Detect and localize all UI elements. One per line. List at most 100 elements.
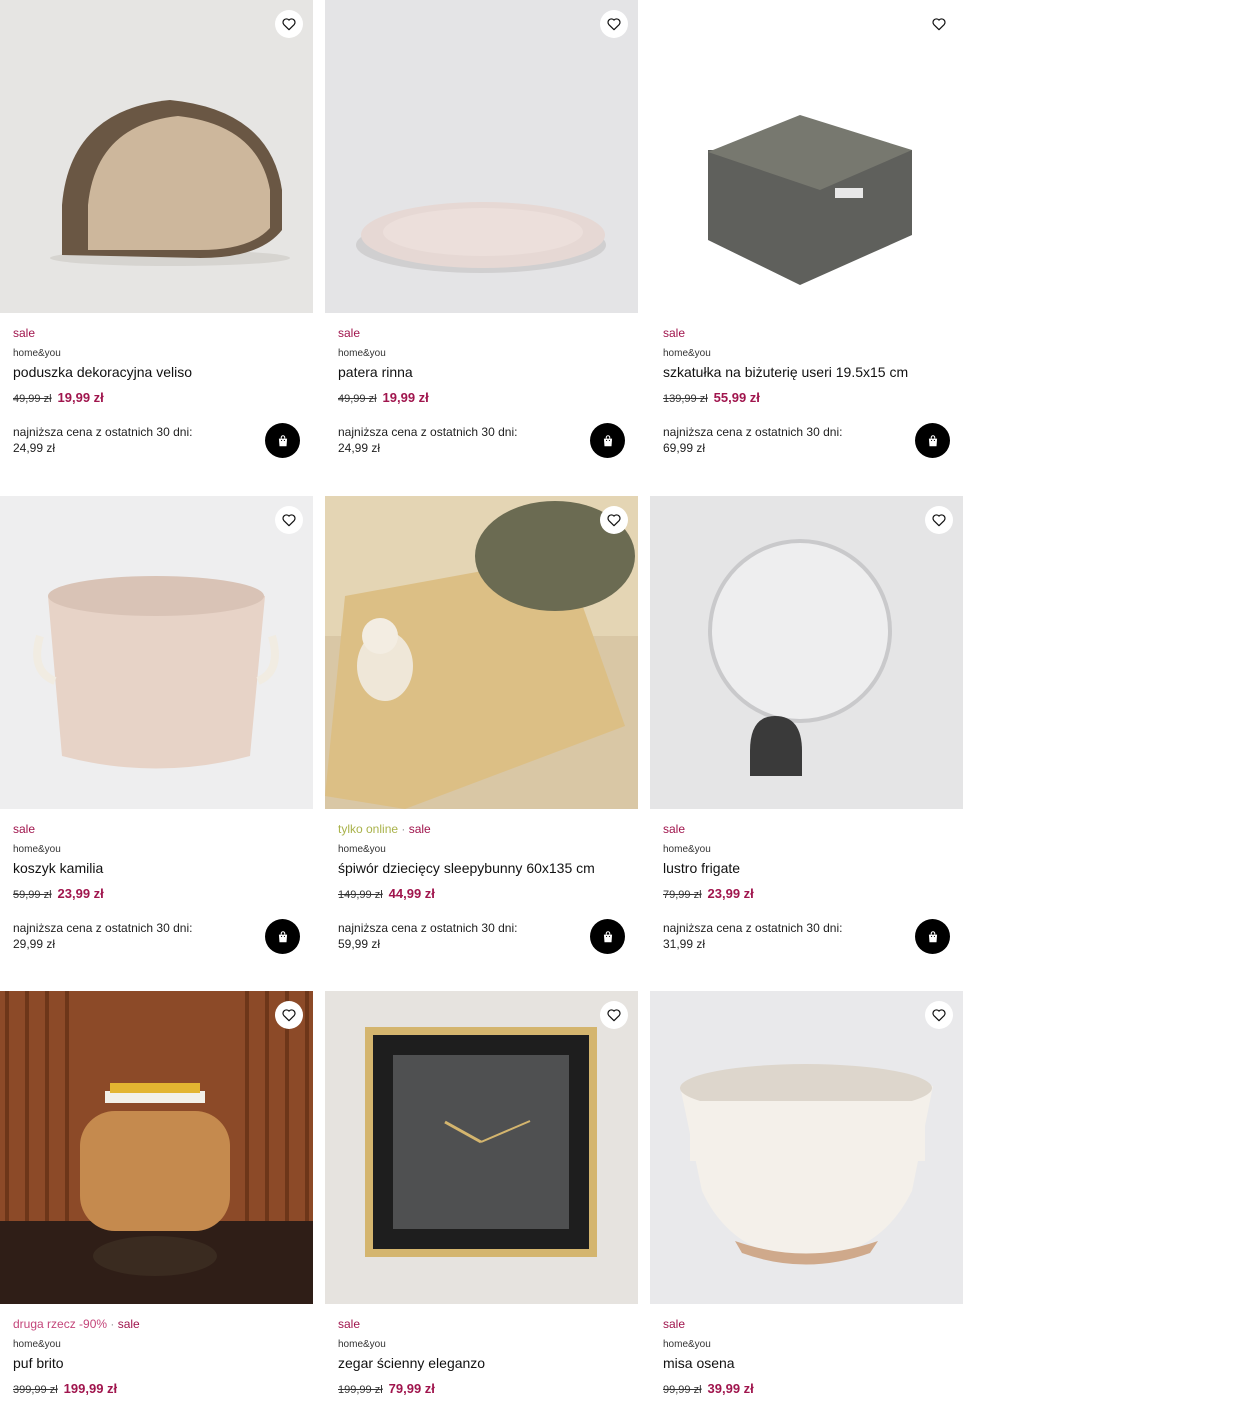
product-name[interactable]: poduszka dekoracyjna veliso: [13, 363, 303, 382]
product-prices: 99,99 zł 39,99 zł: [663, 1380, 953, 1398]
product-name[interactable]: szkatułka na biżuterię useri 19.5x15 cm: [663, 363, 953, 382]
old-price: 399,99 zł: [13, 1384, 58, 1396]
sale-price: 44,99 zł: [388, 886, 435, 901]
favorite-button[interactable]: [600, 10, 628, 38]
heart-icon: [281, 16, 297, 32]
sale-price: 23,99 zł: [707, 886, 754, 901]
product-name[interactable]: zegar ścienny eleganzo: [338, 1354, 628, 1373]
lowest-price-label: najniższa cena z ostatnich 30 dni:: [663, 425, 843, 439]
sale-price: 199,99 zł: [63, 1381, 118, 1396]
add-to-cart-button[interactable]: [265, 423, 300, 458]
product-image[interactable]: [0, 991, 313, 1304]
shopping-bag-icon: [276, 930, 290, 944]
product-image[interactable]: [650, 0, 963, 313]
favorite-button[interactable]: [600, 1001, 628, 1029]
lowest-price-label: najniższa cena z ostatnich 30 dni:: [338, 921, 518, 935]
favorite-button[interactable]: [600, 506, 628, 534]
product-info: sale home&you misa osena 99,99 zł 39,99 zł: [663, 1316, 953, 1398]
lowest-price-info: najniższa cena z ostatnich 30 dni: 31,99 …: [663, 920, 883, 952]
badge-sale: sale: [663, 822, 686, 836]
product-card[interactable]: sale home&you lustro frigate 79,99 zł 23,99 …: [650, 496, 963, 966]
add-to-cart-button[interactable]: [590, 423, 625, 458]
add-to-cart-button[interactable]: [915, 919, 950, 954]
product-prices: 139,99 zł 55,99 zł: [663, 389, 953, 407]
shopping-bag-icon: [276, 434, 290, 448]
favorite-button[interactable]: [275, 1001, 303, 1029]
sale-price: 23,99 zł: [57, 886, 104, 901]
lowest-price-label: najniższa cena z ostatnich 30 dni:: [663, 921, 843, 935]
heart-icon: [281, 1007, 297, 1023]
product-card[interactable]: tylko online · sale home&you śpiwór dzieci…: [325, 496, 638, 966]
lowest-price-value: 24,99 zł: [13, 441, 56, 455]
heart-icon: [931, 512, 947, 528]
add-to-cart-button[interactable]: [265, 919, 300, 954]
product-brand: home&you: [338, 1339, 386, 1350]
product-card[interactable]: sale home&you poduszka dekoracyjna veliso 4…: [0, 0, 313, 470]
favorite-button[interactable]: [925, 506, 953, 534]
badge-dot: ·: [107, 1317, 118, 1331]
product-brand: home&you: [663, 844, 711, 855]
badge-sale: sale: [13, 822, 36, 836]
lowest-price-info: najniższa cena z ostatnich 30 dni: 69,99 …: [663, 424, 883, 456]
product-brand: home&you: [663, 1339, 711, 1350]
shopping-bag-icon: [601, 930, 615, 944]
favorite-button[interactable]: [925, 1001, 953, 1029]
badge-sale: sale: [338, 1317, 361, 1331]
product-card[interactable]: sale home&you zegar ścienny eleganzo 199,99…: [325, 991, 638, 1412]
product-brand: home&you: [13, 844, 61, 855]
product-image[interactable]: [325, 0, 638, 313]
product-image[interactable]: [0, 0, 313, 313]
lowest-price-info: najniższa cena z ostatnich 30 dni: 24,99 …: [338, 424, 558, 456]
product-name[interactable]: lustro frigate: [663, 859, 953, 878]
product-brand: home&you: [663, 348, 711, 359]
product-info: sale home&you patera rinna 49,99 zł 19,99 zł…: [338, 325, 628, 456]
sale-price: 19,99 zł: [57, 390, 104, 405]
product-prices: 199,99 zł 79,99 zł: [338, 1380, 628, 1398]
favorite-button[interactable]: [275, 10, 303, 38]
product-name[interactable]: koszyk kamilia: [13, 859, 303, 878]
product-card[interactable]: sale home&you patera rinna 49,99 zł 19,99 zł…: [325, 0, 638, 470]
lowest-price-label: najniższa cena z ostatnich 30 dni:: [338, 425, 518, 439]
badge-dot: ·: [398, 822, 409, 836]
product-name[interactable]: patera rinna: [338, 363, 628, 382]
product-card[interactable]: druga rzecz -90% · sale home&you puf brito…: [0, 991, 313, 1412]
product-brand: home&you: [13, 348, 61, 359]
product-prices: 59,99 zł 23,99 zł: [13, 885, 303, 903]
product-card[interactable]: sale home&you szkatułka na biżuterię useri…: [650, 0, 963, 470]
product-card[interactable]: sale home&you misa osena 99,99 zł 39,99 zł: [650, 991, 963, 1412]
heart-icon: [606, 512, 622, 528]
product-image[interactable]: [650, 991, 963, 1304]
heart-icon: [931, 1007, 947, 1023]
old-price: 139,99 zł: [663, 393, 708, 405]
badge-promo: druga rzecz -90%: [13, 1317, 108, 1331]
product-image[interactable]: [650, 496, 963, 809]
old-price: 199,99 zł: [338, 1384, 383, 1396]
lowest-price-info: najniższa cena z ostatnich 30 dni: 29,99 …: [13, 920, 233, 952]
old-price: 99,99 zł: [663, 1384, 702, 1396]
product-info: sale home&you poduszka dekoracyjna veliso 4…: [13, 325, 303, 456]
product-image[interactable]: [325, 496, 638, 809]
product-name[interactable]: puf brito: [13, 1354, 303, 1373]
lowest-price-info: najniższa cena z ostatnich 30 dni: 59,99 …: [338, 920, 558, 952]
product-info: sale home&you koszyk kamilia 59,99 zł 23,99 …: [13, 821, 303, 952]
product-name[interactable]: misa osena: [663, 1354, 953, 1373]
product-badges: sale: [338, 1316, 628, 1332]
lowest-price-value: 29,99 zł: [13, 937, 56, 951]
product-name[interactable]: śpiwór dziecięcy sleepybunny 60x135 cm: [338, 859, 628, 878]
product-brand: home&you: [338, 348, 386, 359]
sale-price: 55,99 zł: [713, 390, 760, 405]
heart-icon: [606, 16, 622, 32]
favorite-button[interactable]: [925, 10, 953, 38]
product-badges: sale: [338, 325, 628, 341]
product-image[interactable]: [0, 496, 313, 809]
add-to-cart-button[interactable]: [915, 423, 950, 458]
badge-sale: sale: [408, 822, 431, 836]
favorite-button[interactable]: [275, 506, 303, 534]
product-badges: sale: [13, 821, 303, 837]
add-to-cart-button[interactable]: [590, 919, 625, 954]
product-image[interactable]: [325, 991, 638, 1304]
product-badges: sale: [13, 325, 303, 341]
product-badges: tylko online · sale: [338, 821, 628, 837]
old-price: 149,99 zł: [338, 889, 383, 901]
product-card[interactable]: sale home&you koszyk kamilia 59,99 zł 23,99 …: [0, 496, 313, 966]
